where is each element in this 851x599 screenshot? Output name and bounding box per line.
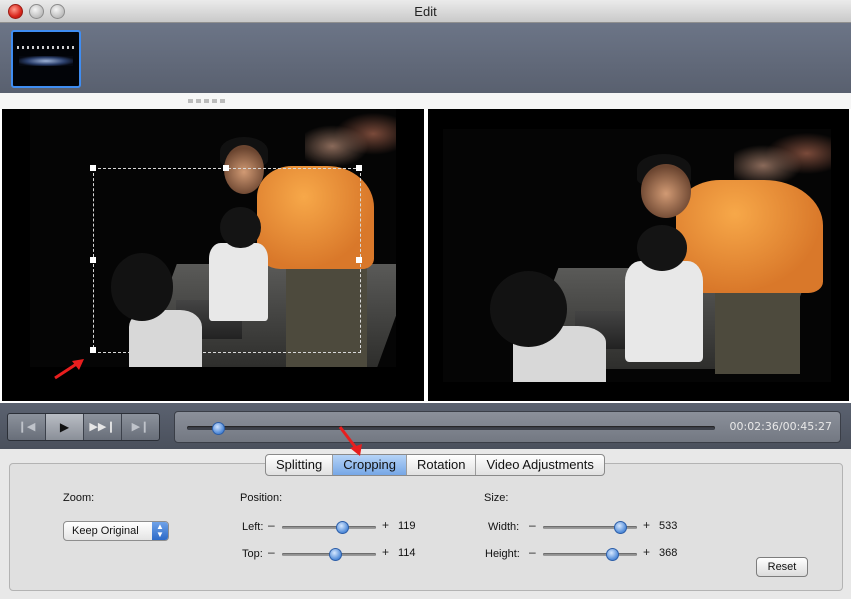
skip-back-icon: ❙◀ [17,421,36,433]
annotation-arrow-icon [338,426,362,456]
crop-handle-right[interactable] [356,257,362,263]
clip-thumbnail[interactable] [11,30,81,88]
play-button[interactable]: ▶ [46,414,84,440]
height-slider-knob[interactable] [606,548,619,561]
crop-handle-top-right[interactable] [356,165,362,171]
skip-forward-button[interactable]: ▶❙ [122,414,159,440]
edit-tabs: Splitting Cropping Rotation Video Adjust… [265,454,605,476]
seek-track[interactable] [187,422,715,435]
left-slider[interactable]: – + 119 [268,518,428,534]
tab-splitting[interactable]: Splitting [266,455,334,475]
top-label: Top: [242,548,263,560]
strip-divider [0,93,851,110]
plus-icon: + [643,518,651,532]
plus-icon: + [382,518,390,532]
plus-icon: + [643,545,651,559]
top-slider-knob[interactable] [329,548,342,561]
height-value: 368 [659,547,678,559]
tab-video-adjustments[interactable]: Video Adjustments [476,455,603,475]
zoom-select-value: Keep Original [72,525,139,537]
time-display: 00:02:36/00:45:27 [729,420,832,433]
plus-icon: + [382,545,390,559]
play-icon: ▶ [59,420,70,434]
transport-buttons: ❙◀ ▶ ▶▶❙ ▶❙ [7,413,160,441]
annotation-arrow-icon [54,359,84,380]
seek-knob[interactable] [212,422,226,435]
top-slider[interactable]: – + 114 [268,545,428,561]
width-slider-knob[interactable] [614,521,627,534]
height-slider[interactable]: – + 368 [529,545,689,561]
skip-forward-icon: ▶❙ [131,421,150,433]
crop-region[interactable] [93,168,361,353]
fast-forward-icon: ▶▶❙ [89,421,116,433]
playback-controls: ❙◀ ▶ ▶▶❙ ▶❙ 00:02:36/00:45:27 [0,403,851,449]
zoom-select[interactable]: Keep Original ▲ ▼ [63,521,169,541]
height-label: Height: [485,548,520,560]
minus-icon: – [529,545,536,559]
skip-back-button[interactable]: ❙◀ [8,414,46,440]
reset-button[interactable]: Reset [756,557,808,577]
zoom-label: Zoom: [63,492,95,504]
size-label: Size: [484,492,509,504]
timeline: 00:02:36/00:45:27 [174,411,841,443]
cropped-video-pane [428,109,849,401]
crop-handle-bottom-left[interactable] [90,347,96,353]
crop-handle-top-left[interactable] [90,165,96,171]
tab-cropping[interactable]: Cropping [333,455,408,475]
left-slider-knob[interactable] [336,521,349,534]
minus-icon: – [268,545,275,559]
top-value: 114 [398,547,416,559]
tab-rotation[interactable]: Rotation [407,455,477,475]
title-bar: Edit [0,0,851,23]
width-slider[interactable]: – + 533 [529,518,689,534]
left-value: 119 [398,520,416,532]
fast-forward-button[interactable]: ▶▶❙ [84,414,122,440]
clip-strip [0,23,851,93]
width-label: Width: [488,521,520,533]
minus-icon: – [268,518,275,532]
select-arrows-icon: ▲ ▼ [152,522,168,540]
position-label: Position: [240,492,283,504]
cropped-video-frame [443,129,831,382]
window-title: Edit [414,4,437,19]
left-label: Left: [242,521,264,533]
minus-icon: – [529,518,536,532]
crop-handle-top[interactable] [223,165,229,171]
width-value: 533 [659,520,678,532]
crop-handle-left[interactable] [90,257,96,263]
